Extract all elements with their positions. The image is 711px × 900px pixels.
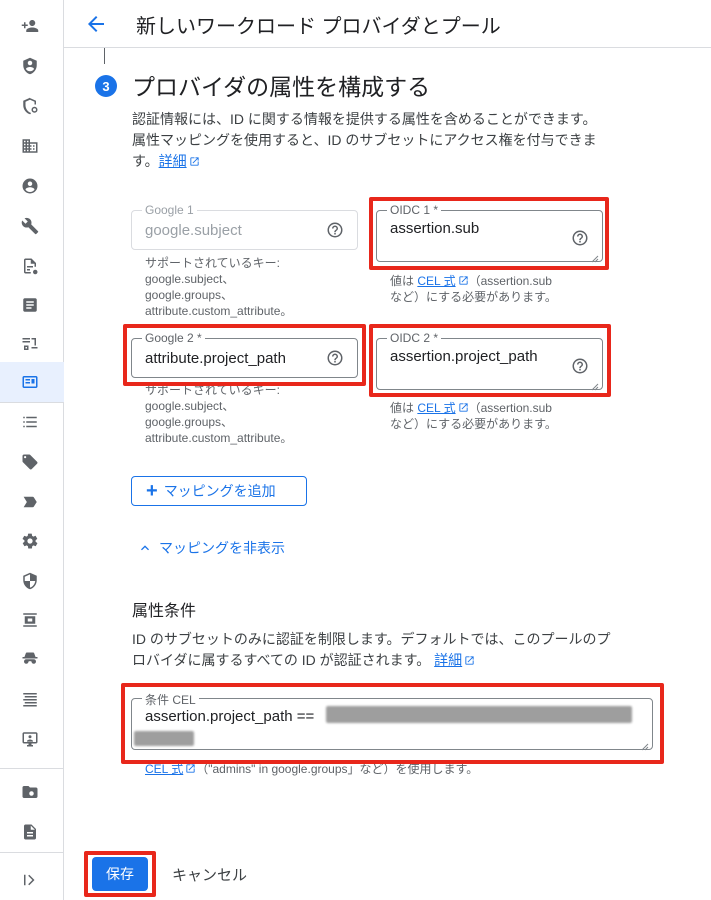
label-icon[interactable] xyxy=(20,492,40,512)
cel-link[interactable]: CEL 式 xyxy=(417,401,455,415)
condition-hint: CEL 式（"admins" in google.groups」など）を使用しま… xyxy=(145,762,479,776)
help-icon[interactable] xyxy=(571,229,589,247)
details-link[interactable]: 詳細 xyxy=(159,153,187,169)
service-account-icon[interactable] xyxy=(20,334,40,354)
save-button[interactable]: 保存 xyxy=(92,857,148,891)
cancel-button[interactable]: キャンセル xyxy=(172,864,247,885)
google-1-hint: サポートされているキー: google.subject、 google.grou… xyxy=(145,256,293,318)
google-2-hint: サポートされているキー: google.subject、 google.grou… xyxy=(145,383,293,445)
policy-doc-icon[interactable] xyxy=(20,256,40,276)
shield-half-icon[interactable] xyxy=(20,571,40,591)
security-settings-icon[interactable] xyxy=(20,96,40,116)
account-icon[interactable] xyxy=(20,176,40,196)
list-icon[interactable] xyxy=(20,412,40,432)
gear-icon[interactable] xyxy=(20,531,40,551)
chevron-up-icon xyxy=(141,545,149,551)
condition-description: ID のサブセットのみに認証を制限します。デフォルトでは、このプールのプ ロバイ… xyxy=(132,631,611,668)
expand-rail-icon[interactable] xyxy=(20,870,40,890)
audit-doc-icon[interactable] xyxy=(20,822,40,842)
tag-icon[interactable] xyxy=(20,452,40,472)
page-title: 新しいワークロード プロバイダとプール xyxy=(136,16,501,38)
stepper-line xyxy=(104,48,105,64)
admin-console-icon[interactable] xyxy=(20,729,40,749)
oidc-2-hint: 値は CEL 式（assertion.sub など）にする必要があります。 xyxy=(390,401,557,431)
hide-mappings-toggle[interactable]: マッピングを非表示 xyxy=(137,538,285,558)
redacted-value xyxy=(326,706,632,723)
open-in-new-icon xyxy=(458,274,469,285)
attribute-condition-title: 属性条件 xyxy=(132,603,197,620)
cel-link[interactable]: CEL 式 xyxy=(417,274,455,288)
redacted-value xyxy=(134,731,194,746)
step-title: プロバイダの属性を構成する xyxy=(132,74,431,100)
privacy-icon[interactable] xyxy=(20,610,40,630)
shield-icon[interactable] xyxy=(20,56,40,76)
plus-icon: + xyxy=(146,480,158,502)
open-in-new-icon xyxy=(464,651,475,665)
help-icon[interactable] xyxy=(326,221,344,239)
open-in-new-icon xyxy=(458,401,469,412)
back-arrow-icon[interactable] xyxy=(84,12,108,36)
incognito-icon[interactable] xyxy=(20,650,40,670)
document-icon[interactable] xyxy=(20,295,40,315)
step-number-badge: 3 xyxy=(95,75,117,97)
open-in-new-icon xyxy=(185,762,196,773)
cel-link[interactable]: CEL 式 xyxy=(145,762,183,776)
resize-handle[interactable] xyxy=(591,250,599,263)
resize-handle[interactable] xyxy=(591,378,599,391)
left-nav-rail xyxy=(0,0,64,900)
resize-handle[interactable] xyxy=(641,738,649,751)
add-mapping-button[interactable]: + マッピングを追加 xyxy=(131,476,307,506)
person-add-icon[interactable] xyxy=(20,16,40,36)
organization-icon[interactable] xyxy=(20,136,40,156)
step-description: 認証情報には、ID に関する情報を提供する属性を含めることができます。 属性マッ… xyxy=(132,111,597,169)
folder-settings-icon[interactable] xyxy=(20,782,40,802)
help-icon[interactable] xyxy=(326,349,344,367)
google-1-field[interactable]: Google 1 google.subject xyxy=(131,203,358,250)
google-2-field[interactable]: Google 2 * attribute.project_path xyxy=(131,331,358,378)
details-link[interactable]: 詳細 xyxy=(434,652,462,668)
help-icon[interactable] xyxy=(571,357,589,375)
open-in-new-icon xyxy=(189,152,200,166)
page-header: 新しいワークロード プロバイダとプール xyxy=(64,0,711,48)
lines-icon[interactable] xyxy=(20,689,40,709)
wrench-icon[interactable] xyxy=(20,216,40,236)
oidc-1-hint: 値は CEL 式（assertion.sub など）にする必要があります。 xyxy=(390,274,557,304)
oidc-1-field[interactable]: OIDC 1 * assertion.sub xyxy=(376,203,603,263)
oidc-2-field[interactable]: OIDC 2 * assertion.project_path xyxy=(376,331,603,391)
workload-identity-icon[interactable] xyxy=(20,372,40,392)
